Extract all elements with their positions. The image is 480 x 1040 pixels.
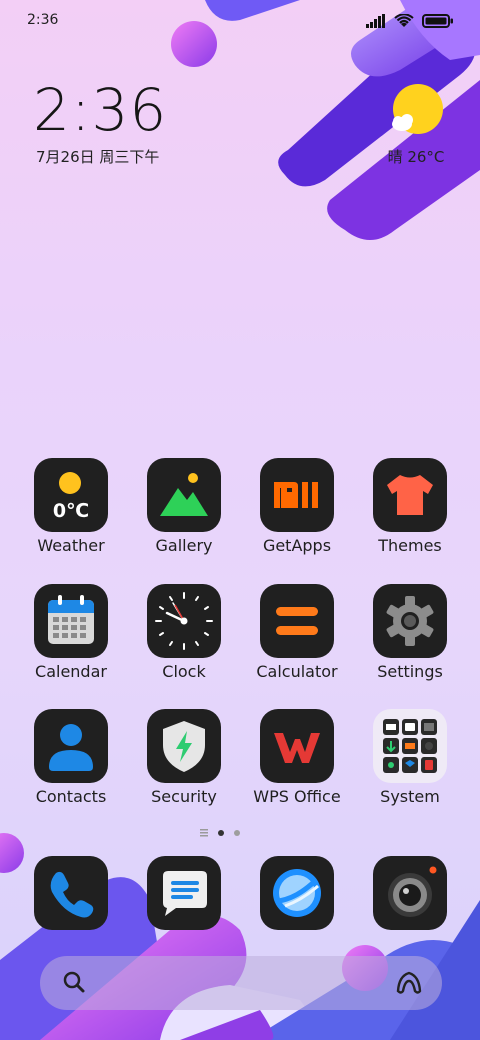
page-indicator[interactable] xyxy=(200,829,240,837)
app-calendar[interactable]: Calendar xyxy=(16,584,126,694)
app-label: Weather xyxy=(37,536,105,555)
camera-icon xyxy=(388,866,437,917)
gallery-icon xyxy=(147,458,221,532)
security-icon xyxy=(147,709,221,783)
calculator-icon xyxy=(260,584,334,658)
contacts-icon xyxy=(34,709,108,783)
search-icon[interactable] xyxy=(58,966,90,998)
dock-phone[interactable] xyxy=(34,856,108,930)
wps-office-icon xyxy=(260,709,334,783)
app-wps-office[interactable]: WPS Office xyxy=(242,709,352,819)
app-getapps[interactable]: GetApps xyxy=(242,458,352,568)
dock-browser[interactable] xyxy=(260,856,334,930)
weather-icon-temp: 0℃ xyxy=(52,500,90,522)
app-security[interactable]: Security xyxy=(129,709,239,819)
clock-widget-date[interactable]: 7月26日 周三下午 xyxy=(36,146,159,167)
app-label: Settings xyxy=(377,662,443,681)
settings-icon xyxy=(373,584,447,658)
wifi-icon xyxy=(394,13,414,32)
calendar-icon xyxy=(34,584,108,658)
sunny-cloud-icon xyxy=(392,84,443,134)
dock-camera[interactable] xyxy=(373,856,447,930)
themes-icon xyxy=(373,458,447,532)
phone-icon xyxy=(50,871,94,918)
app-label: System xyxy=(380,787,440,806)
page-dot[interactable] xyxy=(234,830,240,836)
battery-icon xyxy=(422,13,454,32)
app-themes[interactable]: Themes xyxy=(355,458,465,568)
app-label: Gallery xyxy=(155,536,213,555)
app-contacts[interactable]: Contacts xyxy=(16,709,126,819)
app-weather[interactable]: 0℃ Weather xyxy=(16,458,126,568)
app-clock[interactable]: Clock xyxy=(129,584,239,694)
browser-icon xyxy=(273,869,321,917)
app-label: Themes xyxy=(378,536,442,555)
clock-widget-time[interactable]: 2:36 xyxy=(33,76,167,144)
app-label: Clock xyxy=(162,662,206,681)
app-label: Calculator xyxy=(256,662,338,681)
status-bar-icons xyxy=(366,13,454,32)
assistant-icon[interactable] xyxy=(392,966,426,1000)
app-system-folder[interactable]: System xyxy=(355,709,465,819)
app-label: Security xyxy=(151,787,217,806)
status-bar-time: 2:36 xyxy=(27,12,59,28)
clock-icon xyxy=(147,584,221,658)
app-label: GetApps xyxy=(262,536,332,555)
system-folder-icon xyxy=(373,709,447,783)
search-bar[interactable] xyxy=(40,956,442,1010)
signal-icon xyxy=(366,13,386,32)
page-dot-active[interactable] xyxy=(218,830,224,836)
weather-icon: 0℃ xyxy=(34,458,108,532)
getapps-icon xyxy=(260,458,334,532)
app-settings[interactable]: Settings xyxy=(355,584,465,694)
menu-lines-icon xyxy=(200,829,208,837)
messages-icon xyxy=(163,871,207,916)
app-calculator[interactable]: Calculator xyxy=(242,584,352,694)
app-label: Contacts xyxy=(35,787,107,806)
app-gallery[interactable]: Gallery xyxy=(129,458,239,568)
app-label: WPS Office xyxy=(253,787,341,806)
weather-widget-text: 晴 26°C xyxy=(387,148,445,166)
app-label: Calendar xyxy=(35,662,107,681)
dock-messages[interactable] xyxy=(147,856,221,930)
